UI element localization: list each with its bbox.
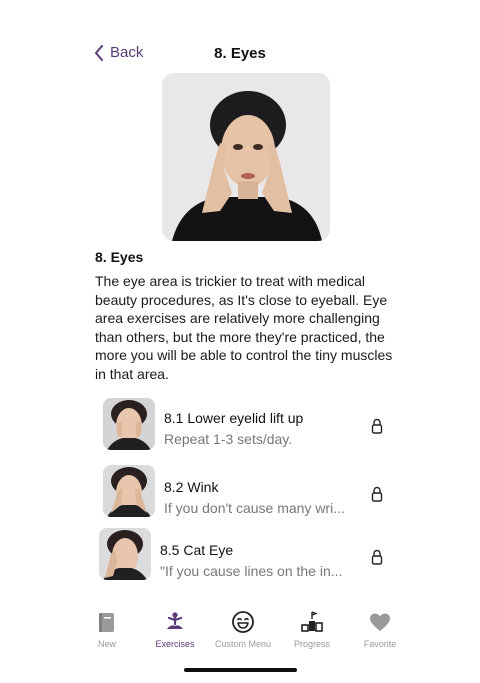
exercise-subtitle: "If you cause lines on the in... (160, 563, 343, 579)
exercise-thumbnail (99, 528, 151, 580)
exercise-title: 8.5 Cat Eye (160, 542, 234, 558)
podium-icon (301, 611, 323, 632)
tab-favorite[interactable]: Favorite (340, 606, 420, 654)
book-icon (99, 613, 114, 632)
section-title: 8. Eyes (95, 249, 144, 265)
exercise-title: 8.1 Lower eyelid lift up (164, 410, 304, 426)
exercise-thumbnail (103, 465, 155, 517)
tab-label: Custom Menu (214, 639, 272, 649)
exercise-thumbnail (103, 398, 155, 450)
exercise-title: 8.2 Wink (164, 479, 219, 495)
navigation-bar: Back 8. Eyes (0, 40, 480, 68)
exercise-item-lower-eyelid-lift-up[interactable]: 8.1 Lower eyelid lift up Repeat 1-3 sets… (0, 398, 480, 454)
meditation-icon (167, 612, 183, 629)
exercise-subtitle: Repeat 1-3 sets/day. (164, 431, 293, 447)
heart-icon (370, 613, 390, 631)
hero-image (162, 73, 330, 241)
exercise-subtitle: If you don't cause many wri... (164, 500, 345, 516)
exercise-item-cat-eye[interactable]: 8.5 Cat Eye "If you cause lines on the i… (0, 528, 480, 584)
home-indicator[interactable] (184, 668, 297, 672)
section-description: The eye area is trickier to treat with m… (95, 273, 393, 382)
lock-icon (371, 486, 383, 502)
tab-custom-menu[interactable]: Custom Menu (203, 606, 283, 654)
tab-label: Favorite (363, 639, 397, 649)
lock-icon (371, 549, 383, 565)
tab-bar: New Exercises Custom Menu Progress Favor… (0, 606, 480, 656)
page-title: 8. Eyes (214, 45, 266, 62)
smiley-icon (232, 611, 254, 633)
exercise-item-wink[interactable]: 8.2 Wink If you don't cause many wri... (0, 465, 480, 521)
lock-icon (371, 418, 383, 434)
